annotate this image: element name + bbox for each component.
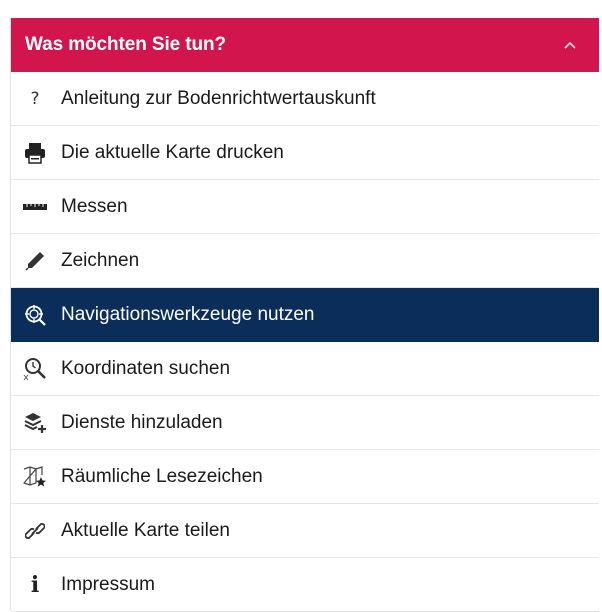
menu-item-share-map[interactable]: Aktuelle Karte teilen <box>11 504 599 558</box>
info-icon: i <box>30 571 40 598</box>
menu-item-label: Aktuelle Karte teilen <box>61 519 230 541</box>
menu-item-label: Impressum <box>61 573 155 595</box>
navigation-tools-icon <box>15 300 55 330</box>
ruler-icon <box>15 192 55 222</box>
spatial-bookmark-icon <box>15 462 55 492</box>
chevron-up-icon[interactable] <box>561 36 579 54</box>
menu-item-label: Koordinaten suchen <box>61 357 231 379</box>
panel-header[interactable]: Was möchten Sie tun? <box>11 18 599 72</box>
tools-menu: ? Anleitung zur Bodenrichtwertauskunft D… <box>11 72 599 612</box>
menu-item-imprint[interactable]: i Impressum <box>11 558 599 612</box>
menu-item-draw[interactable]: Zeichnen <box>11 234 599 288</box>
print-icon <box>15 138 55 168</box>
pencil-icon <box>15 246 55 276</box>
menu-item-label: Dienste hinzuladen <box>61 411 223 433</box>
add-layers-icon <box>15 408 55 438</box>
menu-item-navigation-tools[interactable]: Navigationswerkzeuge nutzen <box>11 288 599 342</box>
menu-item-add-services[interactable]: Dienste hinzuladen <box>11 396 599 450</box>
menu-item-print[interactable]: Die aktuelle Karte drucken <box>11 126 599 180</box>
menu-item-label: Messen <box>61 195 128 217</box>
menu-item-spatial-bookmarks[interactable]: Räumliche Lesezeichen <box>11 450 599 504</box>
menu-item-label: Anleitung zur Bodenrichtwertauskunft <box>61 87 376 109</box>
tools-panel: Was möchten Sie tun? ? Anleitung zur Bod… <box>10 18 599 612</box>
menu-item-label: Navigationswerkzeuge nutzen <box>61 303 315 325</box>
menu-item-label: Räumliche Lesezeichen <box>61 465 263 487</box>
menu-item-coordinate-search[interactable]: Koordinaten suchen <box>11 342 599 396</box>
share-link-icon <box>15 516 55 546</box>
coordinate-search-icon <box>15 354 55 384</box>
menu-item-measure[interactable]: Messen <box>11 180 599 234</box>
menu-item-label: Die aktuelle Karte drucken <box>61 141 284 163</box>
panel-title: Was möchten Sie tun? <box>25 34 227 55</box>
menu-item-help[interactable]: ? Anleitung zur Bodenrichtwertauskunft <box>11 72 599 126</box>
menu-item-label: Zeichnen <box>61 249 140 271</box>
help-icon: ? <box>30 88 40 109</box>
